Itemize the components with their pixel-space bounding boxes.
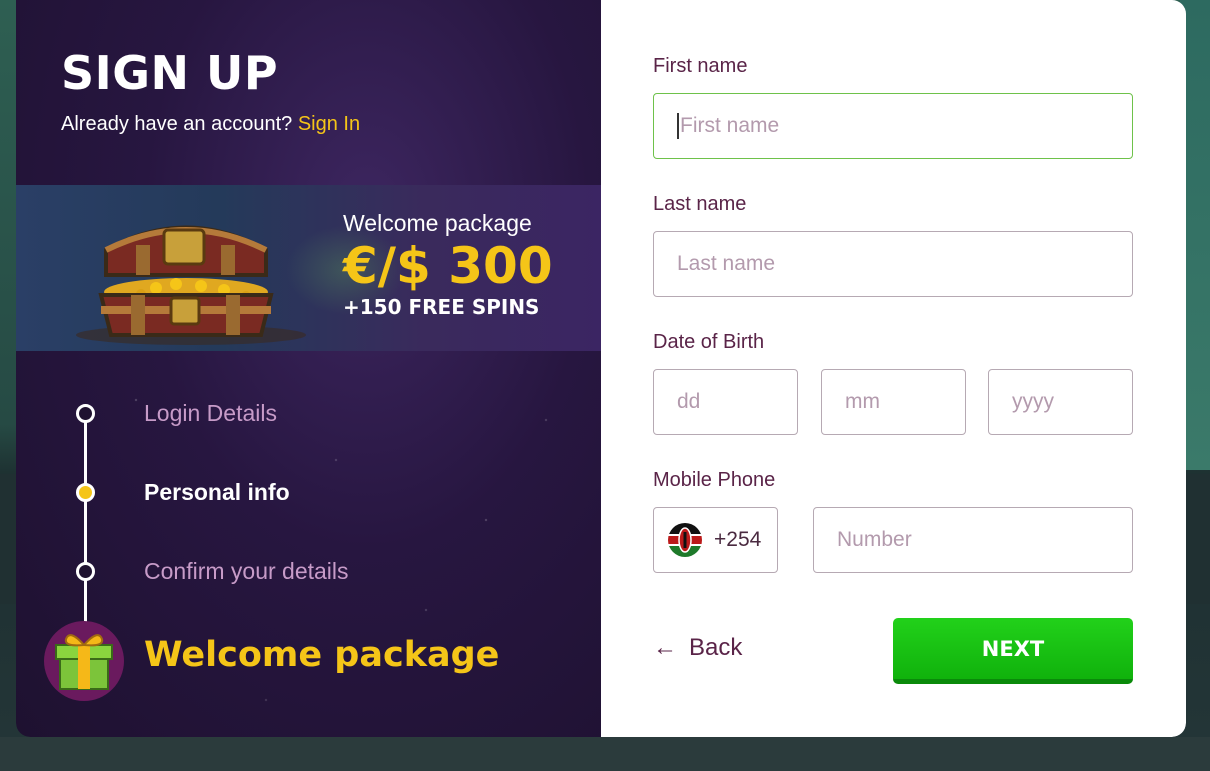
first-name-label: First name [653,55,748,77]
dob-month-input[interactable]: mm [821,369,966,435]
last-name-label: Last name [653,193,747,215]
signup-left-panel: SIGN UP Already have an account? Sign In [16,0,601,737]
background-footer [0,737,1210,771]
text-caret [677,113,679,139]
dob-year-placeholder: yyyy [1012,390,1054,413]
signup-modal: SIGN UP Already have an account? Sign In [16,0,1186,737]
welcome-banner: Welcome package €/$ 300 +150 FREE SPINS [16,185,601,351]
back-button-label: Back [689,634,743,661]
treasure-chest-icon [76,225,306,345]
step-login-details: Login Details [144,400,277,426]
signup-steps: Login Details Personal info Confirm your… [16,351,601,737]
step-connector-line [84,413,87,623]
gift-icon [44,621,124,701]
arrow-left-icon: ← [653,634,677,661]
banner-free-spins: +150 FREE SPINS [343,295,540,319]
step-confirm-details: Confirm your details [144,558,349,584]
next-button[interactable]: NEXT [893,618,1133,684]
step-personal-info: Personal info [144,479,290,505]
step-welcome-package: Welcome package [144,635,500,675]
step-dot-personal-info [76,483,95,502]
back-button[interactable]: ← Back [653,634,742,662]
account-prompt: Already have an account? Sign In [61,113,360,136]
step-dot-login-details [76,404,95,423]
dob-month-placeholder: mm [845,390,880,413]
dob-year-input[interactable]: yyyy [988,369,1133,435]
phone-label: Mobile Phone [653,469,776,491]
last-name-input[interactable]: Last name [653,231,1133,297]
dob-day-placeholder: dd [677,390,701,413]
page-title: SIGN UP [61,46,279,100]
sign-in-link[interactable]: Sign In [298,113,360,135]
dob-label: Date of Birth [653,331,765,353]
banner-subtitle: Welcome package [343,210,532,236]
last-name-placeholder: Last name [677,252,776,275]
banner-text: Welcome package €/$ 300 +150 FREE SPINS [343,210,553,319]
banner-amount: €/$ 300 [343,237,553,295]
phone-number-placeholder: Number [837,528,912,551]
kenya-flag-icon [668,523,702,557]
dob-day-input[interactable]: dd [653,369,798,435]
country-code-value: +254 [714,528,762,551]
country-code-select[interactable]: +254 [653,507,778,573]
first-name-placeholder: First name [680,114,780,137]
phone-number-input[interactable]: Number [813,507,1133,573]
first-name-input[interactable]: First name [653,93,1133,159]
signup-form: First name First name Last name Last nam… [601,0,1186,737]
account-prompt-text: Already have an account? [61,113,293,135]
step-dot-confirm-details [76,562,95,581]
